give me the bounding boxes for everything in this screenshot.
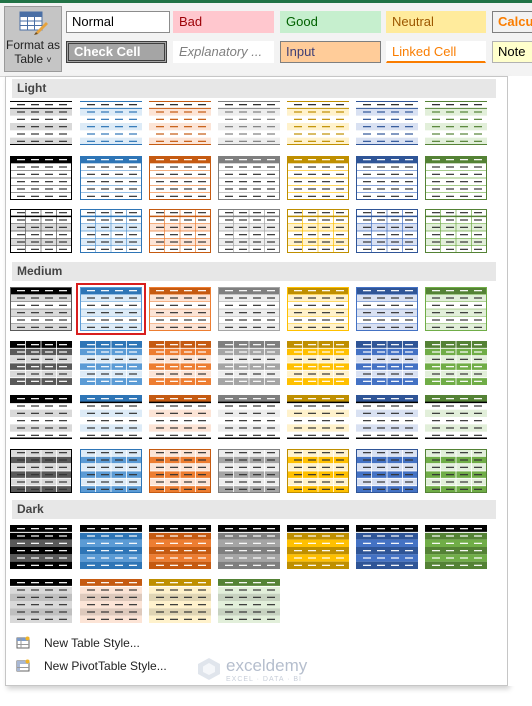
section-header-dark: Dark [12, 500, 496, 519]
table-style-medium-gray-row2[interactable] [218, 341, 280, 385]
section-header-medium: Medium [12, 262, 496, 281]
table-style-light-blue-row3[interactable] [80, 209, 142, 253]
table-style-medium-blue-row1[interactable] [76, 283, 146, 335]
table-style-light-blue-row2[interactable] [80, 156, 142, 200]
table-style-light-blue-row1[interactable] [80, 101, 142, 145]
exceldemy-logo-icon [198, 658, 220, 680]
table-style-light-orange-row2[interactable] [149, 156, 211, 200]
table-style-medium-orange-row2[interactable] [149, 341, 211, 385]
table-style-medium-gray-row1[interactable] [218, 287, 280, 331]
table-style-medium-green-row2[interactable] [425, 341, 487, 385]
table-style-dark-green-row1[interactable] [425, 525, 487, 569]
table-style-medium-black-row1[interactable] [10, 287, 72, 331]
watermark-name: exceldemy [226, 656, 308, 675]
table-style-light-orange-row1[interactable] [149, 101, 211, 145]
table-style-dark-black-row2[interactable] [10, 579, 72, 623]
table-style-medium-green-row3[interactable] [425, 395, 487, 439]
cell-style-normal[interactable]: Normal [66, 11, 170, 33]
table-style-dark-navy-row1[interactable] [356, 525, 418, 569]
cell-style-bad[interactable]: Bad [173, 11, 274, 33]
format-as-table-label-2: Table ˅ [14, 52, 52, 66]
table-style-light-green-row2[interactable] [425, 156, 487, 200]
table-style-medium-navy-row1[interactable] [356, 287, 418, 331]
table-style-medium-navy-row4[interactable] [356, 449, 418, 493]
table-style-dark-black-row1[interactable] [10, 525, 72, 569]
ribbon: Format as Table ˅ Normal Bad Good Neutral Ca… [0, 0, 532, 77]
table-style-dark-gold-row1[interactable] [287, 525, 349, 569]
table-style-light-navy-row1[interactable] [356, 101, 418, 145]
table-style-light-black-row3[interactable] [10, 209, 72, 253]
cell-style-good[interactable]: Good [280, 11, 381, 33]
table-style-medium-orange-row4[interactable] [149, 449, 211, 493]
table-styles-dropdown: Light Medium Dark New Table Style... New P… [5, 76, 508, 686]
format-as-table-button[interactable]: Format as Table ˅ [4, 6, 62, 72]
cell-style-neutral[interactable]: Neutral [386, 11, 486, 33]
table-style-medium-blue-row3[interactable] [80, 395, 142, 439]
table-style-medium-green-row4[interactable] [425, 449, 487, 493]
new-table-style-icon [16, 636, 30, 649]
cell-style-calcul[interactable]: Calcul [492, 11, 532, 33]
table-style-light-gold-row3[interactable] [287, 209, 349, 253]
table-style-medium-gold-row4[interactable] [287, 449, 349, 493]
exceldemy-watermark: exceldemy EXCEL · DATA · BI [196, 654, 336, 688]
table-style-light-gray-row3[interactable] [218, 209, 280, 253]
table-style-medium-gray-row4[interactable] [218, 449, 280, 493]
cell-style-explanatory[interactable]: Explanatory ... [173, 41, 274, 63]
new-table-style-label: New Table Style... [44, 636, 140, 650]
new-pivot-style-icon [16, 659, 30, 672]
table-style-dark-blue-row1[interactable] [80, 525, 142, 569]
table-style-medium-navy-row2[interactable] [356, 341, 418, 385]
table-style-dark-gold-row2[interactable] [149, 579, 211, 623]
table-style-medium-green-row1[interactable] [425, 287, 487, 331]
watermark-subtitle: EXCEL · DATA · BI [226, 676, 302, 683]
table-grid-icon [19, 11, 48, 35]
table-style-medium-orange-row3[interactable] [149, 395, 211, 439]
cell-style-input[interactable]: Input [280, 41, 381, 63]
new-table-style-menu-item[interactable]: New Table Style... [12, 633, 312, 653]
table-style-light-gold-row1[interactable] [287, 101, 349, 145]
table-style-light-gray-row2[interactable] [218, 156, 280, 200]
table-style-medium-blue-row2[interactable] [80, 341, 142, 385]
table-style-light-black-row2[interactable] [10, 156, 72, 200]
right-margin [508, 76, 532, 686]
section-header-light: Light [12, 79, 496, 98]
table-style-light-green-row3[interactable] [425, 209, 487, 253]
table-style-light-orange-row3[interactable] [149, 209, 211, 253]
cell-style-note[interactable]: Note [492, 41, 532, 63]
cell-style-check-cell[interactable]: Check Cell [66, 41, 167, 63]
chevron-down-icon: ˅ [46, 55, 52, 65]
table-style-dark-gray-row1[interactable] [218, 525, 280, 569]
format-as-table-label-1: Format as [5, 38, 60, 52]
table-style-medium-blue-row4[interactable] [80, 449, 142, 493]
table-style-light-gray-row1[interactable] [218, 101, 280, 145]
table-style-medium-navy-row3[interactable] [356, 395, 418, 439]
table-style-dark-green-row2[interactable] [218, 579, 280, 623]
table-style-light-gold-row2[interactable] [287, 156, 349, 200]
table-style-light-green-row1[interactable] [425, 101, 487, 145]
table-style-light-navy-row3[interactable] [356, 209, 418, 253]
table-style-light-navy-row2[interactable] [356, 156, 418, 200]
table-style-medium-black-row4[interactable] [10, 449, 72, 493]
table-style-medium-black-row2[interactable] [10, 341, 72, 385]
cell-style-linked-cell[interactable]: Linked Cell [386, 41, 486, 63]
table-style-medium-gold-row1[interactable] [287, 287, 349, 331]
table-style-medium-gold-row3[interactable] [287, 395, 349, 439]
table-style-light-black-row1[interactable] [10, 101, 72, 145]
table-style-medium-black-row3[interactable] [10, 395, 72, 439]
table-style-dark-orange-row1[interactable] [149, 525, 211, 569]
table-style-dark-orange-row2[interactable] [80, 579, 142, 623]
table-style-medium-gray-row3[interactable] [218, 395, 280, 439]
ribbon-accent-line [0, 0, 532, 3]
table-style-medium-orange-row1[interactable] [149, 287, 211, 331]
table-style-medium-gold-row2[interactable] [287, 341, 349, 385]
new-pivot-style-label: New PivotTable Style... [44, 659, 167, 673]
